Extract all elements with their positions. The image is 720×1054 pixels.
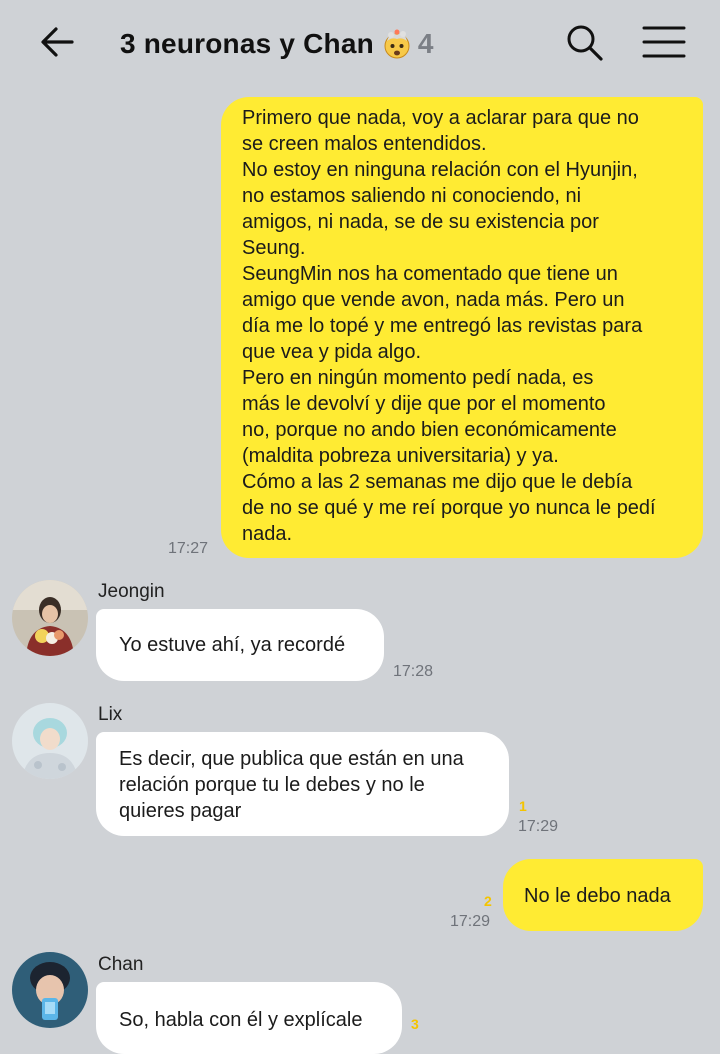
arrow-left-icon (41, 27, 74, 57)
message-text: No le debo nada (524, 885, 671, 907)
incoming-message-bubble[interactable]: Es decir, que publica que están en una r… (96, 732, 509, 836)
outgoing-message-bubble[interactable]: Primero que nada, voy a aclarar para que… (221, 97, 703, 558)
incoming-message-bubble[interactable]: Yo estuve ahí, ya recordé (96, 609, 384, 681)
sender-name: Chan (98, 954, 144, 975)
message-text: Primero que nada, voy a aclarar para que… (242, 107, 656, 545)
menu-button[interactable] (640, 20, 688, 64)
search-icon (567, 25, 603, 61)
hamburger-menu-icon (642, 26, 686, 58)
unread-count: 2 (484, 893, 492, 909)
outgoing-message-bubble[interactable]: No le debo nada (503, 859, 703, 931)
message-text: Yo estuve ahí, ya recordé (119, 634, 346, 656)
member-count: 4 (417, 28, 434, 59)
sender-name: Jeongin (98, 581, 165, 602)
message-time: 17:27 (168, 540, 209, 557)
unread-count: 1 (519, 798, 527, 814)
search-button[interactable] (562, 20, 606, 64)
message-time: 17:29 (518, 818, 559, 835)
avatar-jeongin[interactable] (12, 580, 88, 656)
avatar-lix[interactable] (12, 703, 88, 779)
chat-header: 3 neuronas y Chan 4 (0, 0, 720, 84)
message-time: 17:29 (450, 913, 491, 930)
unread-count: 3 (411, 1016, 419, 1032)
incoming-message-bubble[interactable]: So, habla con él y explícale (96, 982, 402, 1054)
message-text: So, habla con él y explícale (119, 1009, 363, 1031)
message-text: Es decir, que publica que están en una r… (119, 748, 464, 822)
back-button[interactable] (36, 20, 80, 64)
chat-title[interactable]: 3 neuronas y Chan 4 (120, 24, 434, 64)
message-time: 17:28 (393, 663, 434, 680)
sender-name: Lix (98, 704, 123, 725)
chat-title-text: 3 neuronas y Chan (120, 28, 374, 59)
avatar-chan[interactable] (12, 952, 88, 1028)
exploding-head-emoji (382, 29, 412, 59)
